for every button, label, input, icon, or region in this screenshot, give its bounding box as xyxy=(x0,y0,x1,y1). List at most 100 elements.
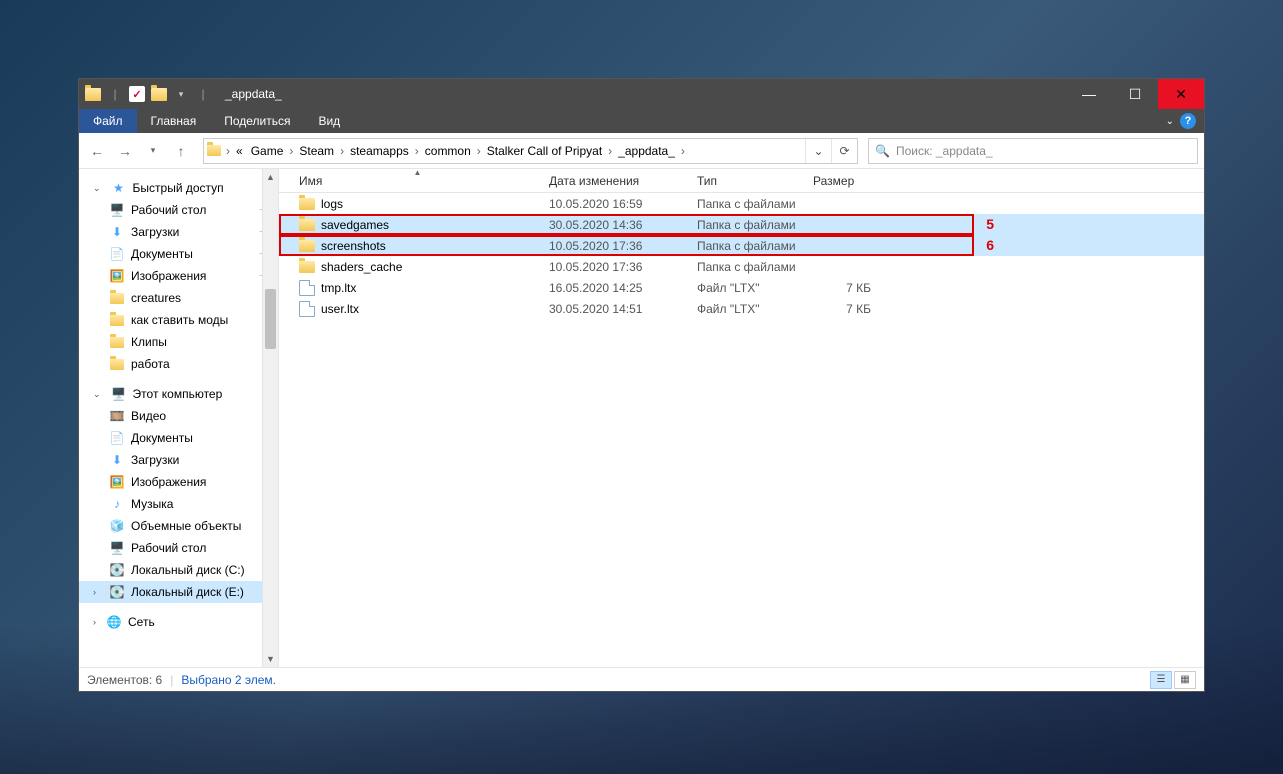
breadcrumb-seg[interactable]: _appdata_ xyxy=(614,139,679,163)
file-date: 10.05.2020 17:36 xyxy=(543,239,691,253)
breadcrumb-seg[interactable]: steamapps xyxy=(346,139,413,163)
chevron-right-icon: › xyxy=(93,617,96,627)
scroll-thumb[interactable] xyxy=(265,289,276,349)
tab-file[interactable]: Файл xyxy=(79,109,137,133)
file-row[interactable]: tmp.ltx16.05.2020 14:25Файл "LTX"7 КБ xyxy=(279,277,1204,298)
address-dropdown[interactable]: ⌄ xyxy=(805,139,831,163)
sidebar-item[interactable]: 🧊Объемные объекты xyxy=(79,515,278,537)
file-row[interactable]: logs10.05.2020 16:59Папка с файлами xyxy=(279,193,1204,214)
chevron-right-icon[interactable]: › xyxy=(413,139,421,163)
sidebar-item-label: как ставить моды xyxy=(131,313,228,327)
sidebar-item[interactable]: Клипы xyxy=(79,331,278,353)
file-name: screenshots xyxy=(321,239,386,253)
sidebar-item[interactable]: 🖥️Рабочий стол xyxy=(79,537,278,559)
scrollbar[interactable]: ▲ ▼ xyxy=(262,169,278,667)
file-date: 10.05.2020 16:59 xyxy=(543,197,691,211)
view-icons-button[interactable]: ▦ xyxy=(1174,671,1196,689)
breadcrumb-seg[interactable]: Stalker Call of Pripyat xyxy=(483,139,606,163)
chevron-down-icon: ⌄ xyxy=(93,183,101,194)
breadcrumb-overflow[interactable]: « xyxy=(232,139,247,163)
close-button[interactable]: ✕ xyxy=(1158,79,1204,109)
file-row[interactable]: shaders_cache10.05.2020 17:36Папка с фай… xyxy=(279,256,1204,277)
sidebar-item[interactable]: creatures xyxy=(79,287,278,309)
search-input[interactable]: 🔍 Поиск: _appdata_ xyxy=(868,138,1198,164)
tab-home[interactable]: Главная xyxy=(137,109,211,133)
sidebar-item[interactable]: работа xyxy=(79,353,278,375)
view-details-button[interactable]: ☰ xyxy=(1150,671,1172,689)
sidebar-item[interactable]: ⬇Загрузки📌 xyxy=(79,221,278,243)
sidebar-item[interactable]: ♪Музыка xyxy=(79,493,278,515)
address-bar[interactable]: › « Game› Steam› steamapps› common› Stal… xyxy=(203,138,858,164)
refresh-button[interactable]: ⟳ xyxy=(831,139,857,163)
sidebar-item-label: Изображения xyxy=(131,475,206,489)
forward-button[interactable]: → xyxy=(113,139,137,163)
back-button[interactable]: ← xyxy=(85,139,109,163)
sidebar-this-pc[interactable]: ⌄ 🖥️ Этот компьютер xyxy=(79,383,278,405)
tab-share[interactable]: Поделиться xyxy=(210,109,304,133)
sidebar-item[interactable]: 📄Документы📌 xyxy=(79,243,278,265)
scroll-down-icon[interactable]: ▼ xyxy=(263,651,278,667)
document-icon: 📄 xyxy=(109,246,125,262)
sidebar-label: Сеть xyxy=(128,615,155,629)
sidebar-item[interactable]: 🖥️Рабочий стол📌 xyxy=(79,199,278,221)
sidebar-item-label: Клипы xyxy=(131,335,167,349)
sidebar-item[interactable]: 📄Документы xyxy=(79,427,278,449)
picture-icon: 🖼️ xyxy=(109,268,125,284)
sidebar-item[interactable]: ⬇Загрузки xyxy=(79,449,278,471)
sidebar-item[interactable]: 🖼️Изображения📌 xyxy=(79,265,278,287)
qa-dropdown-icon[interactable]: ▾ xyxy=(173,86,189,102)
sidebar-item[interactable]: 💽Локальный диск (C:) xyxy=(79,559,278,581)
document-icon: 📄 xyxy=(109,430,125,446)
scroll-up-icon[interactable]: ▲ xyxy=(263,169,278,185)
tab-view[interactable]: Вид xyxy=(304,109,354,133)
chevron-right-icon[interactable]: › xyxy=(679,139,687,163)
breadcrumb-seg[interactable]: common xyxy=(421,139,475,163)
chevron-right-icon[interactable]: › xyxy=(224,139,232,163)
recent-dropdown[interactable]: ▾ xyxy=(141,139,165,163)
maximize-button[interactable]: ☐ xyxy=(1112,79,1158,109)
titlebar[interactable]: | ✓ ▾ | _appdata_ — ☐ ✕ xyxy=(79,79,1204,109)
folder-icon xyxy=(85,86,101,102)
file-size: 7 КБ xyxy=(807,302,877,316)
file-type: Файл "LTX" xyxy=(691,281,807,295)
folder-icon xyxy=(109,290,125,306)
chevron-right-icon[interactable]: › xyxy=(606,139,614,163)
column-type[interactable]: Тип xyxy=(691,169,807,192)
folder-icon xyxy=(109,356,125,372)
sidebar-item-label: Загрузки xyxy=(131,225,179,239)
file-type: Папка с файлами xyxy=(691,260,807,274)
ribbon-expand-icon[interactable]: ⌄ xyxy=(1166,116,1174,127)
qa-check-icon[interactable]: ✓ xyxy=(129,86,145,102)
file-row[interactable]: user.ltx30.05.2020 14:51Файл "LTX"7 КБ xyxy=(279,298,1204,319)
folder-icon xyxy=(299,198,315,210)
file-date: 30.05.2020 14:36 xyxy=(543,218,691,232)
chevron-right-icon[interactable]: › xyxy=(338,139,346,163)
file-row[interactable]: savedgames30.05.2020 14:36Папка с файлам… xyxy=(279,214,1204,235)
sidebar-item-label: Музыка xyxy=(131,497,173,511)
download-icon: ⬇ xyxy=(109,224,125,240)
sidebar-item[interactable]: 🖼️Изображения xyxy=(79,471,278,493)
column-headers: Имя Дата изменения Тип Размер xyxy=(279,169,1204,193)
chevron-right-icon[interactable]: › xyxy=(475,139,483,163)
column-date[interactable]: Дата изменения xyxy=(543,169,691,192)
folder-icon xyxy=(151,86,167,102)
sidebar-item[interactable]: как ставить моды xyxy=(79,309,278,331)
sidebar-item[interactable]: ›💽Локальный диск (E:) xyxy=(79,581,278,603)
minimize-button[interactable]: — xyxy=(1066,79,1112,109)
column-size[interactable]: Размер xyxy=(807,169,877,192)
breadcrumb-seg[interactable]: Steam xyxy=(295,139,338,163)
sidebar-network[interactable]: › 🌐 Сеть xyxy=(79,611,278,633)
up-button[interactable]: ↑ xyxy=(169,139,193,163)
file-row[interactable]: screenshots10.05.2020 17:36Папка с файла… xyxy=(279,235,1204,256)
qa-separator: | xyxy=(107,86,123,102)
sidebar-quick-access[interactable]: ⌄ ★ Быстрый доступ xyxy=(79,177,278,199)
chevron-right-icon[interactable]: › xyxy=(287,139,295,163)
sidebar-item[interactable]: 🎞️Видео xyxy=(79,405,278,427)
ribbon: Файл Главная Поделиться Вид ⌄ ? xyxy=(79,109,1204,133)
folder-icon xyxy=(204,145,224,156)
breadcrumb-seg[interactable]: Game xyxy=(247,139,288,163)
help-icon[interactable]: ? xyxy=(1180,113,1196,129)
file-name: user.ltx xyxy=(321,302,359,316)
sidebar-item-label: creatures xyxy=(131,291,181,305)
column-name[interactable]: Имя xyxy=(293,169,543,192)
